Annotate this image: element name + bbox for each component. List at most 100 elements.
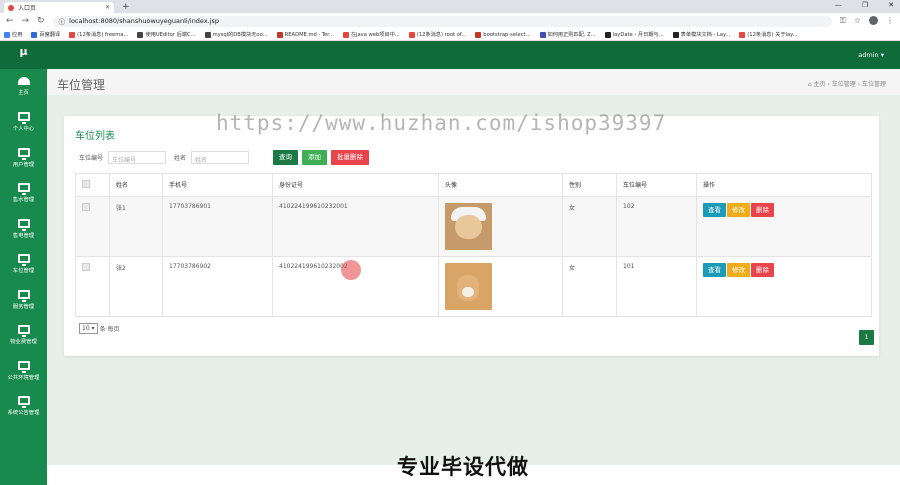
profile-avatar[interactable] — [869, 16, 878, 25]
sidebar-item[interactable]: 主页 — [0, 69, 47, 105]
back-icon[interactable]: ← — [6, 16, 14, 26]
bookmark-item[interactable]: 应用 — [4, 31, 22, 38]
view-button[interactable]: 查看 — [703, 263, 726, 277]
bookmark-label: 百度翻译 — [39, 32, 61, 38]
window-controls: — ❐ ✕ — [835, 1, 894, 9]
tab-title: 入口页 — [18, 5, 37, 12]
reload-icon[interactable]: ↻ — [37, 16, 45, 26]
view-button[interactable]: 查看 — [703, 203, 726, 217]
table-row: 张2 17703786902 410224199610232002 女 101 … — [75, 256, 872, 317]
logo[interactable]: μ — [0, 41, 47, 69]
new-tab-icon[interactable]: + — [122, 2, 130, 13]
col-phone: 手机号 — [162, 173, 273, 197]
admin-menu[interactable]: admin ▾ — [858, 51, 884, 59]
avatar — [445, 203, 492, 250]
add-button[interactable]: 添加 — [302, 150, 327, 165]
cell-spot: 102 — [616, 196, 697, 257]
cell-ops: 查看 修改 删除 — [696, 196, 872, 257]
cell-avatar — [438, 256, 563, 317]
sidebar-item[interactable]: 售水管理 — [0, 176, 47, 212]
sidebar-item[interactable]: 售电管理 — [0, 211, 47, 247]
monitor-icon — [17, 254, 30, 267]
delete-button[interactable]: 删除 — [751, 263, 774, 277]
col-avatar: 头像 — [438, 173, 563, 197]
url-text: localhost:8080/shanshuowuyeguanli/index.… — [69, 17, 220, 25]
batch-delete-button[interactable]: 批量删除 — [331, 150, 369, 165]
edit-button[interactable]: 修改 — [727, 263, 750, 277]
url-field[interactable]: ⓘ localhost:8080/shanshuowuyeguanli/inde… — [52, 15, 832, 27]
breadcrumb[interactable]: ⌂ 主页 › 车位管理 › 车位管理 — [808, 79, 886, 88]
minimize-icon[interactable]: — — [835, 1, 842, 9]
bookmarks-bar: 应用 百度翻译 (12条消息) freema... 使用UEditor 后端C... m… — [0, 29, 900, 41]
row-checkbox[interactable] — [82, 203, 90, 211]
monitor-icon — [17, 218, 30, 231]
mouse-cursor-highlight — [341, 260, 361, 280]
sidebar-item[interactable]: 车位管理 — [0, 247, 47, 283]
bookmark-item[interactable]: 如何用正则匹配, Z... — [539, 31, 596, 38]
bookmark-icon — [4, 31, 10, 38]
sidebar-item[interactable]: 个人中心 — [0, 105, 47, 141]
maximize-icon[interactable]: ❐ — [862, 1, 868, 9]
sidebar-item[interactable]: 用户管理 — [0, 140, 47, 176]
bookmark-icon — [739, 31, 746, 38]
avatar-face — [455, 215, 482, 239]
monitor-icon — [17, 183, 30, 196]
query-button[interactable]: 查询 — [273, 150, 298, 165]
bookmark-item[interactable]: 在java web项目中... — [342, 31, 400, 38]
col-spot: 车位编号 — [616, 173, 697, 197]
delete-button[interactable]: 删除 — [751, 203, 774, 217]
page-size: 10 ▾ 条 每页 — [79, 323, 119, 334]
page-size-label: 条 每页 — [99, 326, 120, 333]
page-1-button[interactable]: 1 — [859, 330, 874, 345]
star-icon[interactable]: ☆ — [854, 16, 861, 26]
bookmark-item[interactable]: README.md · Ter... — [276, 31, 334, 38]
row-select — [75, 196, 110, 257]
col-ops: 操作 — [696, 173, 872, 197]
bookmark-item[interactable]: 表单模块文档 - Lay... — [672, 31, 731, 38]
app: μ 主页个人中心 用户管理 售水管理 售电管理 车位管理服务管理物业费管理公共环境管理系… — [0, 41, 900, 485]
cell-phone: 17703786901 — [162, 196, 273, 257]
bookmark-item[interactable]: 百度翻译 — [31, 31, 60, 38]
browser-tab[interactable]: 入口页 ✕ — [4, 2, 114, 13]
cell-spot: 101 — [616, 256, 697, 317]
row-checkbox[interactable] — [82, 263, 90, 271]
sidebar-item[interactable]: 服务管理 — [0, 282, 47, 318]
page-size-select[interactable]: 10 ▾ — [79, 323, 98, 334]
sidebar-item-label: 公共环境管理 — [7, 374, 40, 381]
sidebar-item[interactable]: 系统公告管理 — [0, 389, 47, 425]
bookmark-label: 表单模块文档 - Lay... — [680, 32, 731, 38]
page-header: 车位管理 ⌂ 主页 › 车位管理 › 车位管理 — [47, 69, 900, 95]
close-window-icon[interactable]: ✕ — [888, 1, 894, 9]
col-name: 姓名 — [109, 173, 163, 197]
spot-number-input[interactable]: 车位编号 — [108, 151, 167, 164]
bookmark-item[interactable]: (12条消息) freema... — [69, 31, 128, 38]
sidebar-item[interactable]: 公共环境管理 — [0, 353, 47, 389]
edit-button[interactable]: 修改 — [727, 203, 750, 217]
close-tab-icon[interactable]: ✕ — [105, 4, 110, 11]
key-icon[interactable]: ⚿ — [840, 16, 846, 26]
bookmark-icon — [342, 31, 349, 38]
sidebar-item-label: 物业费管理 — [10, 339, 37, 346]
menu-icon[interactable]: ⋮ — [886, 16, 894, 26]
cell-idcard: 410224199610232001 — [272, 196, 439, 257]
sidebar-item-label: 服务管理 — [12, 303, 35, 310]
address-bar-row: ← → ↻ ⓘ localhost:8080/shanshuowuyeguanl… — [0, 13, 900, 29]
bookmark-item[interactable]: (12条消息) 关于lay... — [739, 31, 797, 38]
bookmark-item[interactable]: (12条消息) root of... — [408, 31, 466, 38]
sidebar-item-label: 主页 — [18, 90, 29, 97]
browser-tabbar: 入口页 ✕ + — ❐ ✕ — [0, 0, 900, 13]
bookmark-item[interactable]: mysql的DB模块无oo... — [204, 31, 268, 38]
bookmark-item[interactable]: 使用UEditor 后端C... — [137, 31, 196, 38]
bookmark-label: layDate - 月日期与... — [612, 32, 664, 38]
spot-number-label: 车位编号 — [79, 155, 104, 162]
sidebar-item[interactable]: 物业费管理 — [0, 318, 47, 354]
name-input[interactable]: 姓名 — [191, 151, 250, 164]
monitor-icon — [17, 360, 30, 373]
bookmark-item[interactable]: layDate - 月日期与... — [604, 31, 664, 38]
bookmark-item[interactable]: bootstrap-select... — [475, 31, 531, 38]
select-all-checkbox[interactable] — [82, 180, 90, 188]
cell-gender: 女 — [562, 256, 617, 317]
bookmark-icon — [204, 31, 211, 38]
cell-name: 张1 — [109, 196, 163, 257]
forward-icon[interactable]: → — [22, 16, 30, 26]
